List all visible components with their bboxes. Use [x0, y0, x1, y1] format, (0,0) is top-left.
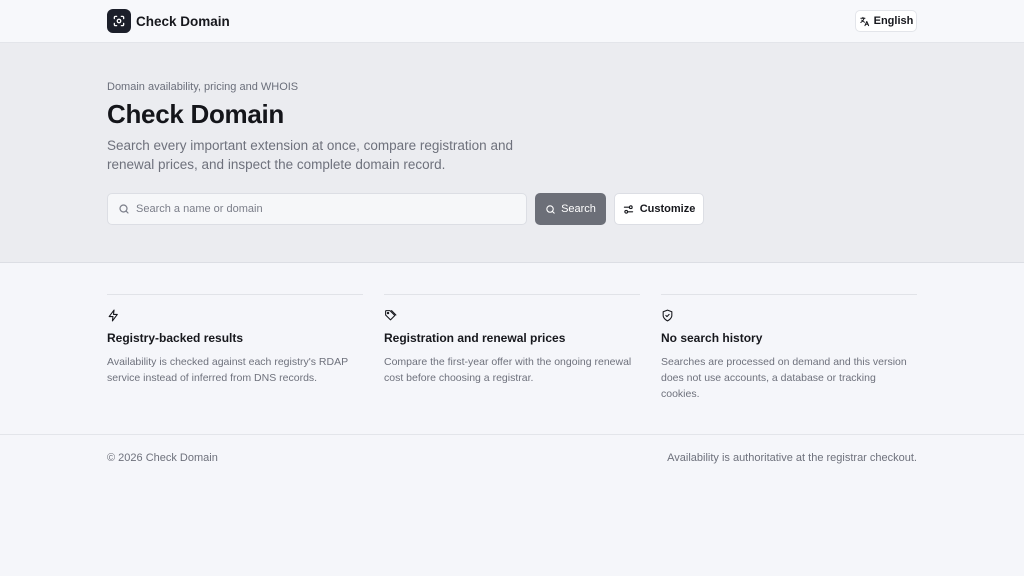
- search-icon: [546, 204, 555, 214]
- search-icon: [119, 204, 129, 214]
- copyright: © 2026 Check Domain: [107, 452, 218, 464]
- search-input[interactable]: [136, 203, 516, 215]
- feature-registry: Registry-backed results Availability is …: [107, 294, 363, 384]
- feature-privacy: No search history Searches are processed…: [661, 294, 917, 400]
- shield-check-icon: [662, 309, 673, 322]
- top-bar: Check Domain English: [0, 0, 1024, 43]
- feature-title: Registration and renewal prices: [384, 331, 566, 345]
- feature-prices: Registration and renewal prices Compare …: [384, 294, 640, 384]
- brand-link[interactable]: Check Domain: [107, 9, 230, 33]
- sliders-icon: [623, 204, 633, 214]
- feature-description: Searches are processed on demand and thi…: [661, 356, 907, 400]
- footer-note: Availability is authoritative at the reg…: [667, 452, 917, 464]
- tags-icon: [385, 310, 397, 321]
- search-button-label: Search: [561, 203, 596, 215]
- translate-icon: [859, 16, 869, 26]
- language-button[interactable]: English: [855, 10, 917, 32]
- language-label: English: [873, 15, 914, 27]
- feature-title: No search history: [661, 331, 763, 345]
- zap-icon: [108, 309, 118, 322]
- search-button[interactable]: Search: [535, 193, 606, 225]
- hero-subtitle: Search every important extension at once…: [107, 138, 513, 172]
- page-title: Check Domain: [107, 99, 285, 129]
- footer: © 2026 Check Domain Availability is auth…: [0, 434, 1024, 576]
- brand-name: Check Domain: [136, 13, 230, 29]
- customize-button-label: Customize: [639, 203, 696, 215]
- hero-eyebrow: Domain availability, pricing and WHOIS: [107, 81, 299, 93]
- hero-section: Domain availability, pricing and WHOIS C…: [0, 43, 1024, 263]
- search-box[interactable]: [107, 193, 527, 225]
- feature-description: Compare the first-year offer with the on…: [384, 356, 632, 384]
- feature-title: Registry-backed results: [107, 331, 244, 345]
- scan-icon: [107, 9, 131, 33]
- feature-description: Availability is checked against each reg…: [107, 356, 348, 384]
- customize-button[interactable]: Customize: [614, 193, 704, 225]
